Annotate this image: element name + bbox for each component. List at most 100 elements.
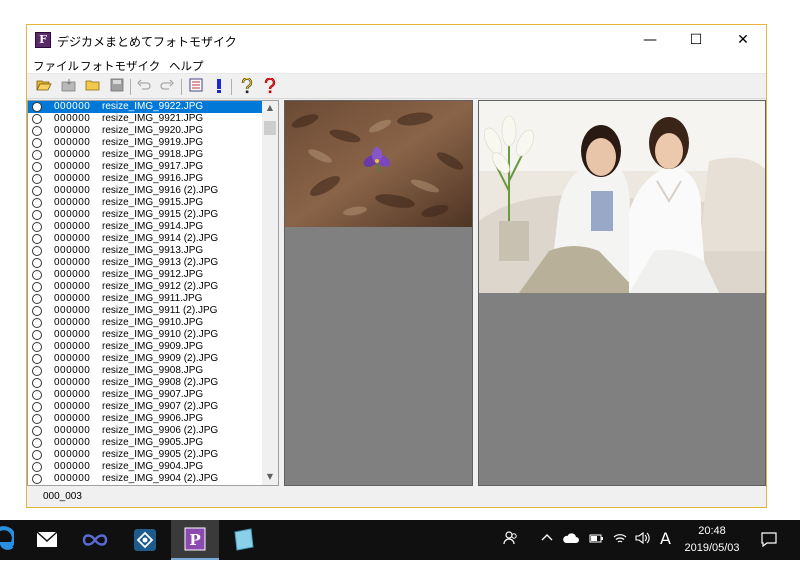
- list-item[interactable]: 000000 resize_IMG_9916 (2).JPG: [28, 185, 263, 197]
- folder-icon[interactable]: [84, 78, 102, 96]
- radio-circle-icon[interactable]: [32, 306, 42, 316]
- list-item[interactable]: 000000 resize_IMG_9904.JPG: [28, 461, 263, 473]
- radio-circle-icon[interactable]: [32, 354, 42, 364]
- radio-circle-icon[interactable]: [32, 342, 42, 352]
- radio-circle-icon[interactable]: [32, 438, 42, 448]
- list-item[interactable]: 000000 resize_IMG_9906 (2).JPG: [28, 425, 263, 437]
- list-item[interactable]: 000000 resize_IMG_9916.JPG: [28, 173, 263, 185]
- vertical-scrollbar[interactable]: ▲ ▼: [262, 101, 278, 485]
- radio-circle-icon[interactable]: [32, 246, 42, 256]
- redo-icon[interactable]: [158, 78, 176, 96]
- radio-circle-icon[interactable]: [32, 366, 42, 376]
- radio-circle-icon[interactable]: [32, 150, 42, 160]
- menu-file[interactable]: ファイル: [33, 58, 79, 74]
- scroll-down-arrow[interactable]: ▼: [262, 470, 278, 484]
- list-item[interactable]: 000000 resize_IMG_9911 (2).JPG: [28, 305, 263, 317]
- wifi-icon[interactable]: [612, 530, 628, 550]
- radio-circle-icon[interactable]: [32, 234, 42, 244]
- radio-circle-icon[interactable]: [32, 282, 42, 292]
- list-item[interactable]: 000000 resize_IMG_9915 (2).JPG: [28, 209, 263, 221]
- list-item[interactable]: 000000 resize_IMG_9910 (2).JPG: [28, 329, 263, 341]
- list-item[interactable]: 000000 resize_IMG_9918.JPG: [28, 149, 263, 161]
- radio-circle-icon[interactable]: [32, 294, 42, 304]
- radio-circle-icon[interactable]: [32, 198, 42, 208]
- help-red-icon[interactable]: [261, 77, 279, 96]
- radio-circle-icon[interactable]: [32, 258, 42, 268]
- radio-circle-icon[interactable]: [32, 174, 42, 184]
- list-item[interactable]: 000000 resize_IMG_9914 (2).JPG: [28, 233, 263, 245]
- radio-circle-icon[interactable]: [32, 102, 42, 112]
- mosaic-preview-pane[interactable]: [478, 100, 766, 486]
- notepad-app-icon[interactable]: [220, 520, 266, 560]
- list-item[interactable]: 000000 resize_IMG_9909 (2).JPG: [28, 353, 263, 365]
- source-image-pane[interactable]: [284, 100, 473, 486]
- radio-circle-icon[interactable]: [32, 402, 42, 412]
- radio-circle-icon[interactable]: [32, 378, 42, 388]
- file-list[interactable]: 000000 resize_IMG_9922.JPG 000000 resize_IM…: [27, 100, 279, 486]
- radio-circle-icon[interactable]: [32, 474, 42, 484]
- radio-circle-icon[interactable]: [32, 462, 42, 472]
- list-item[interactable]: 000000 resize_IMG_9920.JPG: [28, 125, 263, 137]
- list-item[interactable]: 000000 resize_IMG_9913.JPG: [28, 245, 263, 257]
- radio-circle-icon[interactable]: [32, 414, 42, 424]
- app-icon[interactable]: F: [35, 32, 51, 48]
- list-item[interactable]: 000000 resize_IMG_9908.JPG: [28, 365, 263, 377]
- radio-circle-icon[interactable]: [32, 186, 42, 196]
- cloud-icon[interactable]: [562, 530, 580, 550]
- save-icon[interactable]: [108, 78, 126, 96]
- photomosaic-app-icon[interactable]: P: [171, 520, 219, 560]
- title-bar[interactable]: F デジカメまとめてフォトモザイク — ☐ ✕: [27, 25, 766, 55]
- clock[interactable]: 20:48 2019/05/03: [676, 523, 748, 557]
- radio-circle-icon[interactable]: [32, 270, 42, 280]
- radio-circle-icon[interactable]: [32, 330, 42, 340]
- radio-circle-icon[interactable]: [32, 426, 42, 436]
- radio-circle-icon[interactable]: [32, 114, 42, 124]
- list-item[interactable]: 000000 resize_IMG_9906.JPG: [28, 413, 263, 425]
- list-item[interactable]: 000000 resize_IMG_9915.JPG: [28, 197, 263, 209]
- undo-icon[interactable]: [135, 78, 153, 96]
- list-item[interactable]: 000000 resize_IMG_9905.JPG: [28, 437, 263, 449]
- list-item[interactable]: 000000 resize_IMG_9912 (2).JPG: [28, 281, 263, 293]
- radio-circle-icon[interactable]: [32, 162, 42, 172]
- battery-icon[interactable]: [588, 530, 604, 550]
- minimize-button[interactable]: —: [627, 25, 673, 55]
- list-item[interactable]: 000000 resize_IMG_9909.JPG: [28, 341, 263, 353]
- list-item[interactable]: 000000 resize_IMG_9908 (2).JPG: [28, 377, 263, 389]
- list-item[interactable]: 000000 resize_IMG_9913 (2).JPG: [28, 257, 263, 269]
- list-item[interactable]: 000000 resize_IMG_9911.JPG: [28, 293, 263, 305]
- maximize-button[interactable]: ☐: [673, 25, 719, 55]
- notification-icon[interactable]: [760, 530, 778, 552]
- scroll-thumb[interactable]: [264, 121, 276, 135]
- radio-circle-icon[interactable]: [32, 318, 42, 328]
- list-item[interactable]: 000000 resize_IMG_9910.JPG: [28, 317, 263, 329]
- ime-indicator[interactable]: A: [660, 529, 671, 548]
- menu-help[interactable]: ヘルプ: [169, 58, 204, 74]
- network-app-icon[interactable]: [122, 520, 168, 560]
- list-item[interactable]: 000000 resize_IMG_9907.JPG: [28, 389, 263, 401]
- radio-circle-icon[interactable]: [32, 138, 42, 148]
- radio-circle-icon[interactable]: [32, 390, 42, 400]
- list-item[interactable]: 000000 resize_IMG_9904 (2).JPG: [28, 473, 263, 485]
- import-icon[interactable]: [60, 78, 78, 96]
- close-button[interactable]: ✕: [720, 25, 766, 55]
- radio-circle-icon[interactable]: [32, 210, 42, 220]
- infinity-app-icon[interactable]: [72, 520, 118, 560]
- mail-icon[interactable]: [24, 520, 70, 560]
- radio-circle-icon[interactable]: [32, 222, 42, 232]
- list-item[interactable]: 000000 resize_IMG_9905 (2).JPG: [28, 449, 263, 461]
- menu-photomosaic[interactable]: フォトモザイク: [80, 58, 160, 74]
- scroll-up-arrow[interactable]: ▲: [262, 101, 278, 115]
- open-folder-icon[interactable]: [35, 78, 53, 96]
- help-icon[interactable]: [238, 77, 256, 96]
- radio-circle-icon[interactable]: [32, 126, 42, 136]
- list-item[interactable]: 000000 resize_IMG_9914.JPG: [28, 221, 263, 233]
- radio-circle-icon[interactable]: [32, 450, 42, 460]
- chevron-up-icon[interactable]: [540, 530, 554, 550]
- list-item[interactable]: 000000 resize_IMG_9921.JPG: [28, 113, 263, 125]
- speaker-icon[interactable]: [634, 530, 652, 550]
- list-item[interactable]: 000000 resize_IMG_9919.JPG: [28, 137, 263, 149]
- list-item[interactable]: 000000 resize_IMG_9922.JPG: [28, 101, 263, 113]
- list-item[interactable]: 000000 resize_IMG_9907 (2).JPG: [28, 401, 263, 413]
- list-item[interactable]: 000000 resize_IMG_9912.JPG: [28, 269, 263, 281]
- exclamation-icon[interactable]: [210, 78, 228, 96]
